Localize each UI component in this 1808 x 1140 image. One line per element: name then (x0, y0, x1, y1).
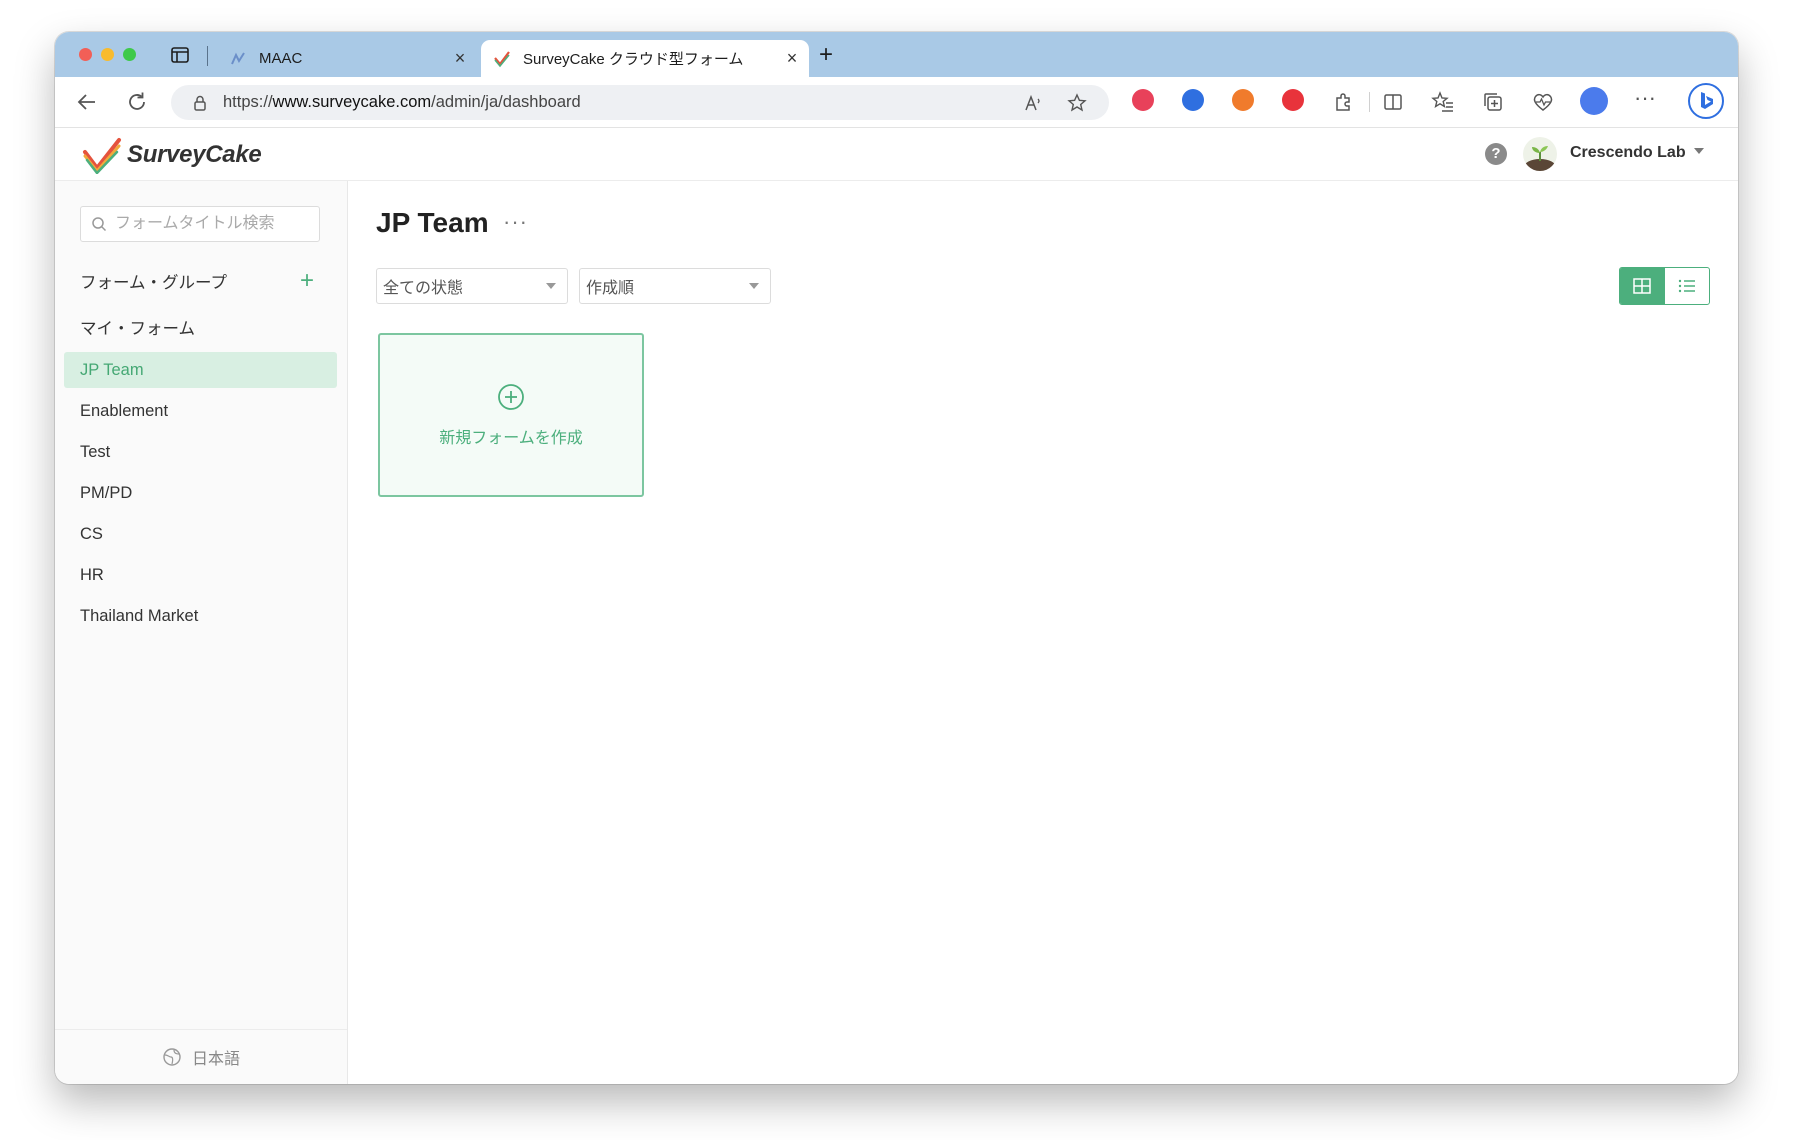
zoom-window-button[interactable] (123, 48, 136, 61)
extensions-puzzle-icon[interactable] (1331, 90, 1355, 114)
bing-copilot-button[interactable] (1688, 83, 1724, 119)
surveycake-favicon-icon (494, 50, 510, 67)
caret-down-icon (546, 283, 556, 289)
favorite-star-icon[interactable] (1067, 93, 1087, 113)
page-title: JP Team (376, 207, 489, 238)
globe-icon (163, 1048, 181, 1066)
tab-title: SurveyCake クラウド型フォーム (523, 51, 744, 68)
browser-health-icon[interactable] (1531, 90, 1555, 114)
language-selector[interactable]: 日本語 (55, 1029, 347, 1084)
extension-red-icon[interactable] (1132, 89, 1154, 111)
extension-orange-icon[interactable] (1232, 89, 1254, 111)
sort-order-value: 作成順 (586, 280, 635, 297)
app-header: SurveyCake ? Crescendo Lab (55, 128, 1738, 181)
close-tab-icon[interactable]: × (781, 48, 803, 69)
maac-favicon-icon (231, 51, 245, 64)
close-window-button[interactable] (79, 48, 92, 61)
form-group-label: フォーム・グループ (80, 274, 228, 292)
read-aloud-icon[interactable] (1023, 93, 1043, 113)
close-tab-icon[interactable]: × (449, 48, 471, 69)
create-new-form-card[interactable]: 新規フォームを作成 (378, 333, 644, 497)
url-text: https://www.surveycake.com/admin/ja/dash… (223, 93, 581, 111)
sidebar-item-hr[interactable]: HR (64, 557, 337, 593)
tab-separator (207, 46, 208, 66)
address-bar[interactable]: https://www.surveycake.com/admin/ja/dash… (171, 85, 1109, 120)
sidebar-item-pm-pd[interactable]: PM/PD (64, 475, 337, 511)
split-screen-icon[interactable] (1381, 90, 1405, 114)
favorites-list-icon[interactable] (1431, 90, 1455, 114)
back-arrow-icon[interactable] (75, 90, 99, 114)
grid-icon (1633, 278, 1651, 294)
toolbar-separator (1369, 92, 1370, 112)
tab-maac[interactable]: MAAC × (217, 40, 477, 77)
form-group-header: フォーム・グループ + (80, 268, 320, 294)
help-icon[interactable]: ? (1485, 143, 1507, 165)
sidebar: フォーム・グループ + マイ・フォーム JP Team Enablement T… (55, 181, 348, 1084)
minimize-window-button[interactable] (101, 48, 114, 61)
list-view-button[interactable] (1665, 268, 1710, 304)
tab-surveycake[interactable]: SurveyCake クラウド型フォーム × (481, 40, 809, 77)
browser-window: MAAC × SurveyCake クラウド型フォーム × + https://… (55, 32, 1738, 1084)
language-label: 日本語 (191, 1051, 240, 1068)
create-new-form-label: 新規フォームを作成 (439, 430, 583, 447)
more-options-icon[interactable]: ··· (1633, 85, 1657, 110)
sidebar-item-jp-team[interactable]: JP Team (64, 352, 337, 388)
account-name[interactable]: Crescendo Lab (1570, 144, 1686, 162)
tab-actions-icon[interactable] (169, 44, 191, 66)
chevron-down-icon[interactable] (1692, 144, 1706, 158)
sort-order-select[interactable]: 作成順 (579, 268, 771, 304)
sidebar-item-test[interactable]: Test (64, 434, 337, 470)
add-group-button[interactable]: + (300, 269, 314, 293)
grid-view-button[interactable] (1620, 268, 1665, 304)
view-mode-toggle (1619, 267, 1710, 305)
more-options-button[interactable]: ··· (503, 209, 528, 235)
profile-avatar-icon[interactable] (1580, 87, 1608, 115)
sprout-avatar-icon (1524, 146, 1556, 171)
sidebar-item-cs[interactable]: CS (64, 516, 337, 552)
status-filter-select[interactable]: 全ての状態 (376, 268, 568, 304)
form-search-box[interactable] (80, 206, 320, 242)
surveycake-logo-icon (83, 138, 121, 174)
search-input[interactable] (113, 214, 317, 234)
tab-title: MAAC (259, 50, 303, 67)
surveycake-logo[interactable]: SurveyCake (81, 136, 262, 174)
add-circle-icon (498, 384, 524, 410)
account-avatar[interactable] (1523, 137, 1557, 171)
caret-down-icon (749, 283, 759, 289)
extension-blue-link-icon[interactable] (1182, 89, 1204, 111)
collections-icon[interactable] (1481, 90, 1505, 114)
main-content: JP Team ··· 全ての状態 作成順 新規フォームを作成 (348, 181, 1738, 1084)
bing-icon (1701, 92, 1713, 109)
browser-toolbar: https://www.surveycake.com/admin/ja/dash… (55, 77, 1738, 128)
lock-icon[interactable] (191, 94, 209, 112)
extension-red-stack-icon[interactable] (1282, 89, 1304, 111)
sidebar-item-thailand-market[interactable]: Thailand Market (64, 598, 337, 634)
search-icon (92, 217, 107, 232)
logo-text: SurveyCake (127, 141, 262, 168)
sidebar-item-enablement[interactable]: Enablement (64, 393, 337, 429)
list-icon (1678, 279, 1695, 293)
status-filter-value: 全ての状態 (383, 280, 464, 297)
sidebar-item-my-forms[interactable]: マイ・フォーム (64, 311, 337, 347)
tab-strip: MAAC × SurveyCake クラウド型フォーム × + (55, 32, 1738, 77)
reload-icon[interactable] (125, 90, 149, 114)
group-list: マイ・フォーム JP Team Enablement Test PM/PD CS… (64, 311, 337, 639)
new-tab-button[interactable]: + (819, 43, 833, 67)
